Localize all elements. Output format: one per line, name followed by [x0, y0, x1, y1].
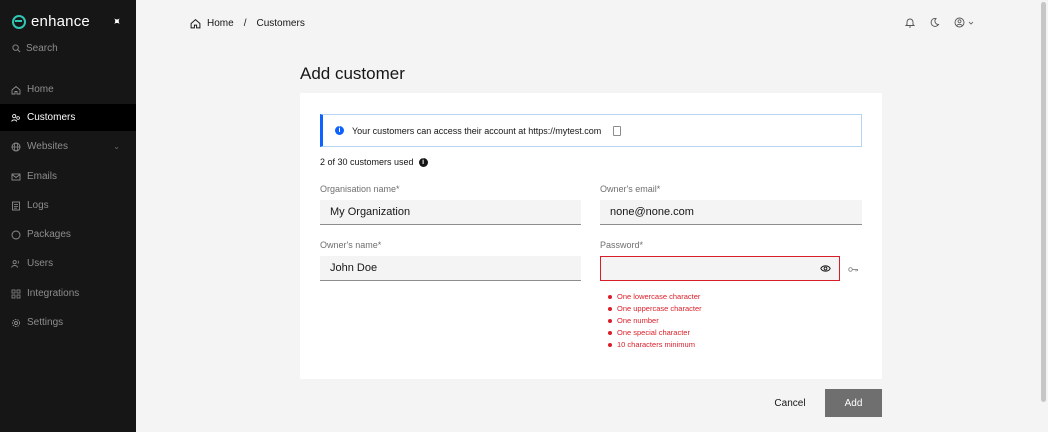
- enhance-logo-icon: [12, 14, 26, 29]
- eye-icon[interactable]: [820, 264, 831, 273]
- home-icon: [11, 85, 21, 94]
- globe-icon: [11, 142, 21, 151]
- sidebar-item-home[interactable]: Home: [0, 76, 136, 103]
- home-icon[interactable]: [190, 18, 201, 29]
- sidebar-item-label: Integrations: [27, 288, 80, 299]
- org-name-label: Organisation name*: [320, 184, 400, 194]
- password-rule: One number: [608, 315, 702, 327]
- info-icon[interactable]: i: [418, 157, 428, 167]
- sidebar-item-settings[interactable]: Settings: [0, 309, 136, 336]
- chevron-down-icon: [968, 21, 974, 25]
- logs-icon: [12, 201, 20, 210]
- sidebar-item-integrations[interactable]: Integrations: [0, 280, 136, 307]
- sidebar-item-users[interactable]: Users: [0, 250, 136, 277]
- page-scrollbar[interactable]: [1040, 0, 1048, 432]
- user-menu[interactable]: [954, 17, 974, 28]
- sidebar-item-packages[interactable]: Packages: [0, 221, 136, 248]
- header-actions: [905, 17, 974, 28]
- key-icon[interactable]: [848, 266, 859, 273]
- add-customer-form: i Your customers can access their accoun…: [300, 93, 882, 379]
- sidebar: enhance ✦ Search Home Customers Websites…: [0, 0, 136, 432]
- sidebar-item-logs[interactable]: Logs: [0, 192, 136, 219]
- search-label: Search: [26, 43, 58, 54]
- owner-name-label: Owner's name*: [320, 240, 382, 250]
- customers-icon: [11, 113, 20, 122]
- owner-email-label: Owner's email*: [600, 184, 661, 194]
- scrollbar-thumb[interactable]: [1041, 2, 1046, 402]
- add-button[interactable]: Add: [825, 389, 882, 417]
- mail-icon: [11, 173, 21, 180]
- sidebar-item-emails[interactable]: Emails: [0, 163, 136, 190]
- usage-text: 2 of 30 customers used: [320, 157, 414, 167]
- password-rule: 10 characters minimum: [608, 339, 702, 351]
- sidebar-search[interactable]: Search: [12, 43, 58, 54]
- brand-logo[interactable]: enhance: [12, 13, 90, 30]
- chevron-down-icon[interactable]: ⌄: [113, 142, 120, 151]
- search-icon: [12, 44, 21, 53]
- page-title: Add customer: [300, 64, 405, 83]
- users-icon: [11, 259, 20, 268]
- owner-name-input[interactable]: John Doe: [320, 256, 581, 281]
- user-avatar-icon: [954, 17, 965, 28]
- sidebar-item-label: Emails: [27, 171, 58, 182]
- integrations-icon: [11, 289, 21, 298]
- password-rule: One lowercase character: [608, 291, 702, 303]
- sidebar-item-label: Customers: [27, 112, 76, 123]
- copy-icon[interactable]: [613, 125, 622, 136]
- sidebar-item-label: Settings: [27, 317, 64, 328]
- sidebar-item-label: Packages: [27, 229, 71, 240]
- gear-icon: [11, 318, 21, 327]
- sidebar-item-websites[interactable]: Websites ⌄: [0, 133, 136, 160]
- password-label: Password*: [600, 240, 644, 250]
- info-notification: i Your customers can access their accoun…: [320, 114, 862, 147]
- moon-icon[interactable]: [929, 17, 940, 28]
- sidebar-item-label: Websites: [27, 141, 68, 152]
- cancel-button[interactable]: Cancel: [760, 389, 820, 417]
- pin-icon[interactable]: ✦: [109, 14, 125, 29]
- breadcrumb-home-link[interactable]: Home: [207, 18, 234, 29]
- org-name-input[interactable]: My Organization: [320, 200, 581, 225]
- breadcrumb: Home / Customers: [190, 18, 305, 29]
- info-icon: i: [335, 126, 344, 135]
- customer-usage: 2 of 30 customers used i: [320, 157, 428, 167]
- password-rule: One special character: [608, 327, 702, 339]
- sidebar-item-customers[interactable]: Customers: [0, 104, 136, 131]
- breadcrumb-current[interactable]: Customers: [256, 18, 304, 29]
- password-rule: One uppercase character: [608, 303, 702, 315]
- owner-email-input[interactable]: none@none.com: [600, 200, 862, 225]
- bell-icon[interactable]: [905, 17, 915, 28]
- notice-text: Your customers can access their account …: [352, 125, 602, 136]
- breadcrumb-separator: /: [243, 18, 247, 29]
- sidebar-item-label: Logs: [27, 200, 49, 211]
- password-input[interactable]: [600, 256, 840, 281]
- sidebar-item-label: Home: [27, 84, 54, 95]
- sidebar-item-label: Users: [27, 258, 54, 269]
- password-requirements: One lowercase character One uppercase ch…: [608, 291, 702, 351]
- brand-name: enhance: [31, 13, 90, 30]
- package-icon: [11, 230, 21, 239]
